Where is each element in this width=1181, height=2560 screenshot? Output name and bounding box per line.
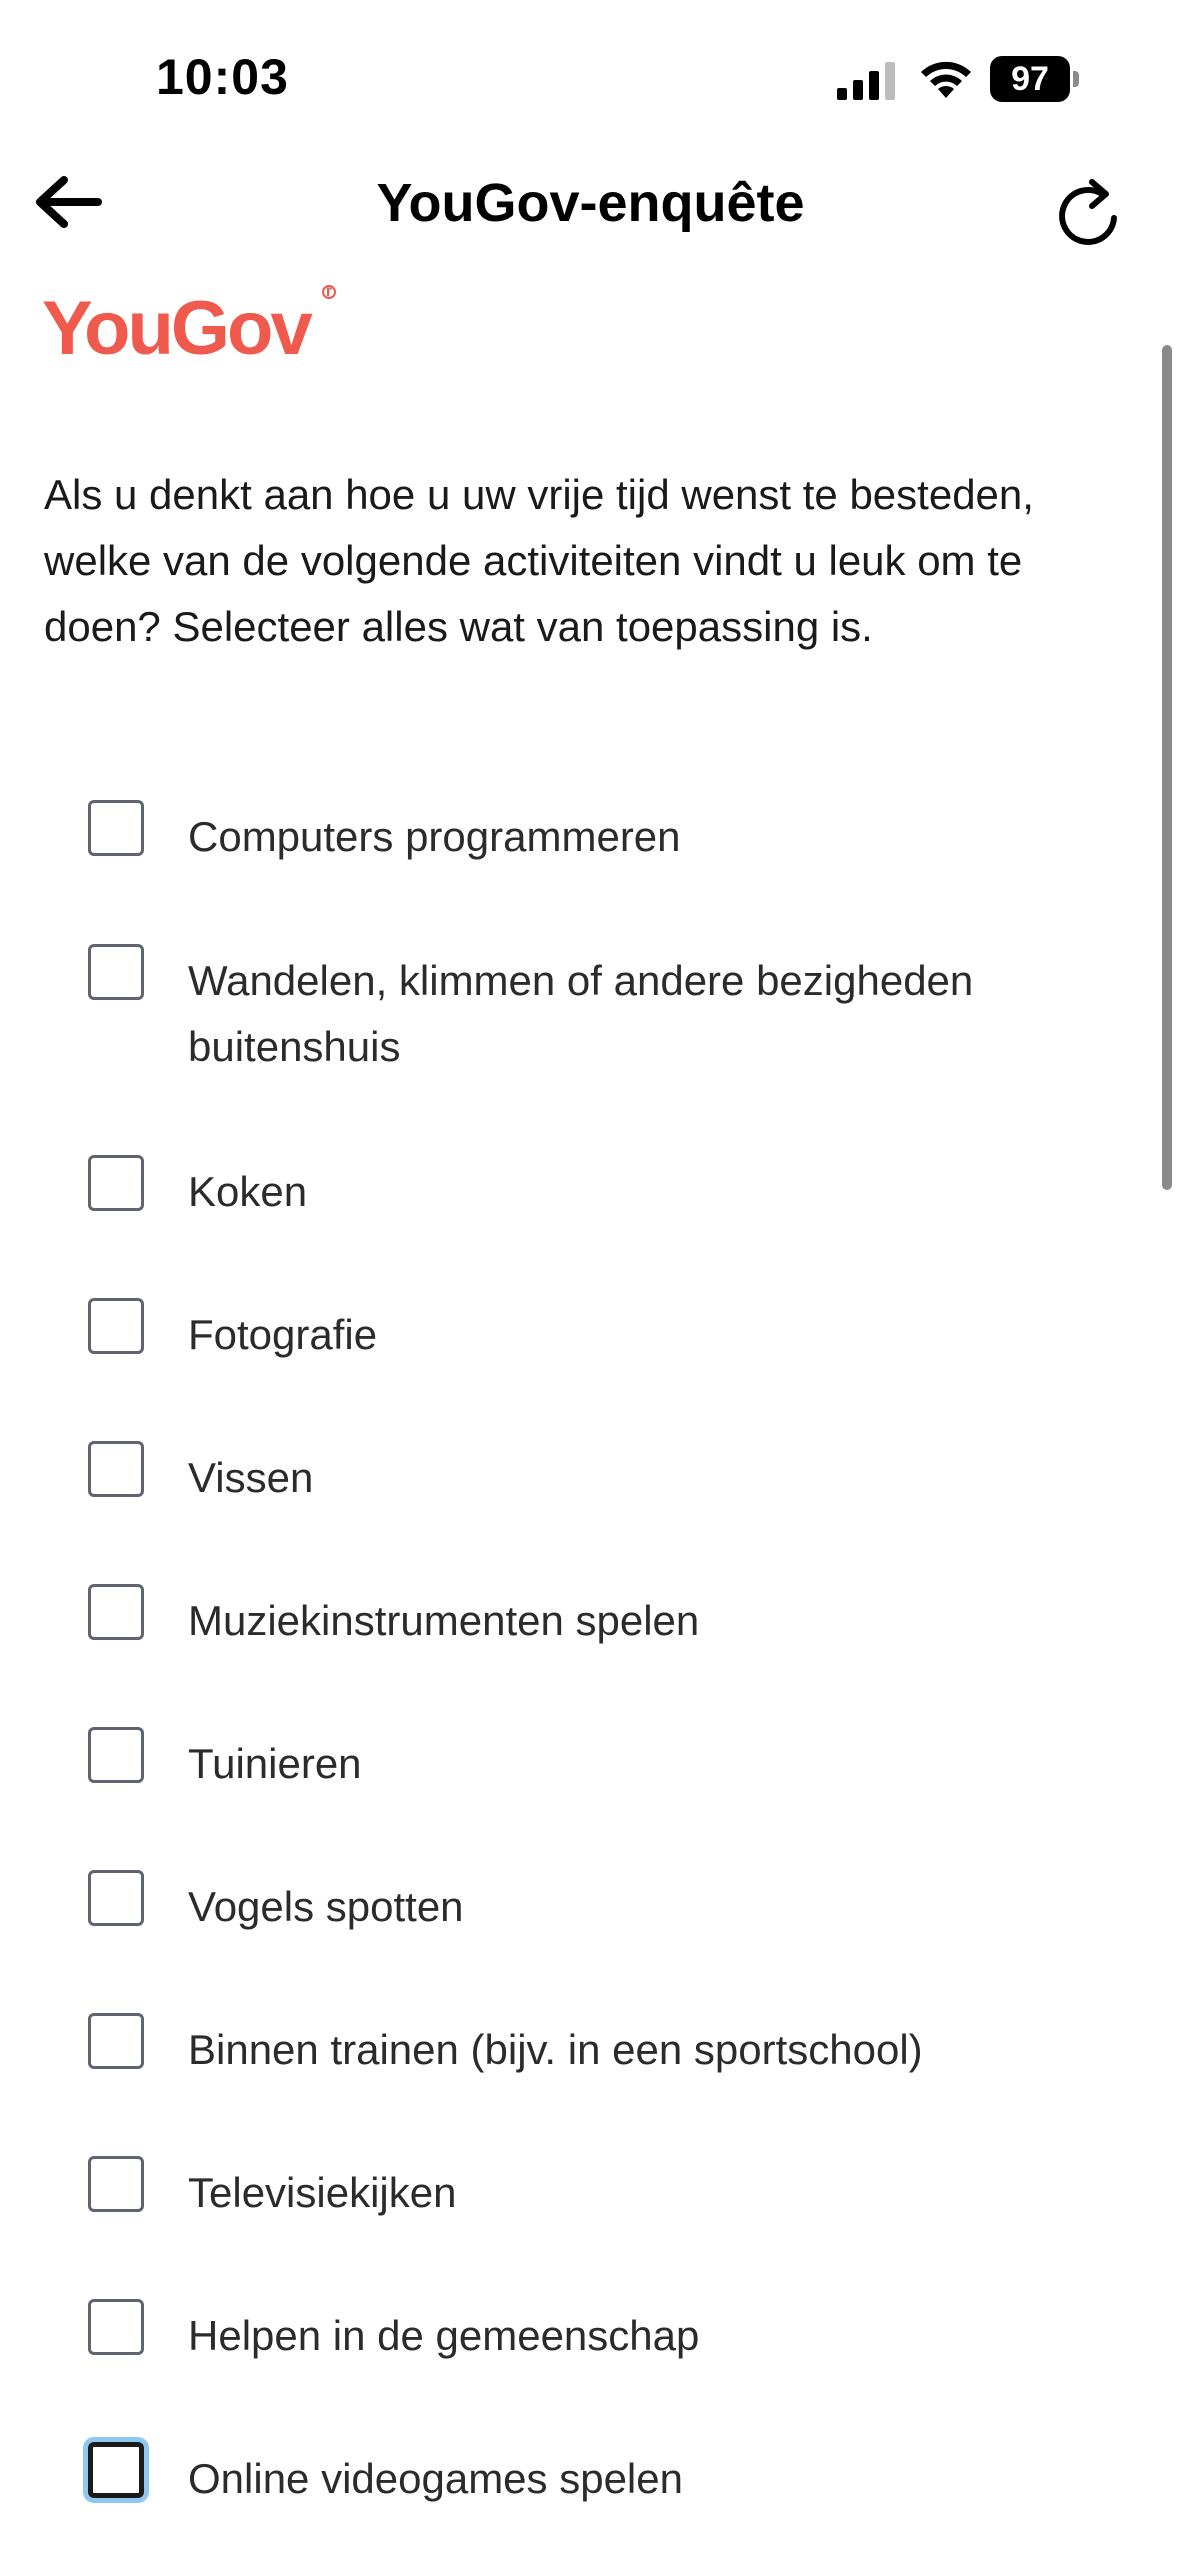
- wifi-icon: [921, 61, 971, 98]
- scrollbar[interactable]: [1162, 345, 1172, 1190]
- question-text: Als u denkt aan hoe u uw vrije tijd wens…: [44, 471, 1034, 650]
- option-label: Binnen trainen (bijv. in een sportschool…: [188, 2026, 923, 2073]
- status-bar: 10:03 97: [0, 0, 1181, 160]
- checkbox[interactable]: [88, 2156, 144, 2212]
- option-label: Vissen: [188, 1454, 314, 1501]
- refresh-icon[interactable]: [1040, 168, 1136, 264]
- battery-tip: [1073, 71, 1079, 87]
- option-label: Wandelen, klimmen of andere bezigheden b…: [188, 957, 974, 1070]
- option-label: Helpen in de gemeenschap: [188, 2312, 700, 2359]
- checkbox[interactable]: [88, 1584, 144, 1640]
- checkbox[interactable]: [88, 944, 144, 1000]
- registered-icon: r: [322, 284, 336, 300]
- checkbox[interactable]: [88, 800, 144, 856]
- checkbox[interactable]: [88, 1155, 144, 1211]
- option-label: Muziekinstrumenten spelen: [188, 1597, 700, 1644]
- checkbox[interactable]: [88, 1441, 144, 1497]
- checkbox[interactable]: [88, 2299, 144, 2355]
- checkbox[interactable]: [88, 1298, 144, 1354]
- logo-text: YouGov: [42, 286, 313, 371]
- option-label: Vogels spotten: [188, 1883, 464, 1930]
- signal-icon: [837, 62, 895, 100]
- option-label: Fotografie: [188, 1311, 378, 1358]
- option-label: Koken: [188, 1168, 308, 1215]
- nav-bar: YouGov-enquête: [0, 160, 1181, 290]
- status-time: 10:03: [156, 49, 289, 105]
- battery-icon: 97: [990, 56, 1080, 102]
- page-title: YouGov-enquête: [376, 173, 805, 233]
- battery-level: 97: [990, 56, 1070, 102]
- checkbox[interactable]: [88, 1870, 144, 1926]
- option-label: Tuinieren: [188, 1740, 362, 1787]
- option-label: Online videogames spelen: [188, 2455, 683, 2502]
- arrow-left-icon[interactable]: [24, 160, 124, 260]
- option-label: Televisiekijken: [188, 2169, 457, 2216]
- checkbox[interactable]: [88, 2013, 144, 2069]
- checkbox[interactable]: [88, 1727, 144, 1783]
- yougov-logo: YouGov r: [42, 284, 336, 375]
- option-label: Computers programmeren: [188, 813, 681, 860]
- checkbox-focused[interactable]: [88, 2442, 144, 2498]
